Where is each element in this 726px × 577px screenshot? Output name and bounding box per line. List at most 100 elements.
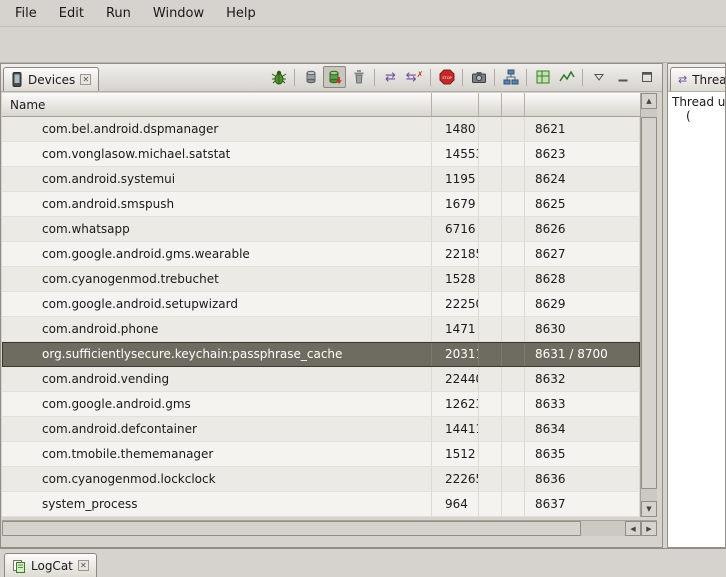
screen-capture-button[interactable] bbox=[467, 66, 490, 88]
view-hierarchy-button[interactable] bbox=[499, 66, 522, 88]
column-header-name[interactable]: Name bbox=[2, 93, 432, 116]
scroll-up-icon[interactable]: ▲ bbox=[641, 93, 657, 109]
process-empty-cell bbox=[502, 167, 525, 192]
menu-item[interactable]: File bbox=[4, 0, 48, 26]
menu-item[interactable]: Help bbox=[215, 0, 267, 26]
cause-gc-button[interactable] bbox=[347, 66, 370, 88]
table-row[interactable]: com.android.defcontainer 14411 8634 bbox=[2, 417, 640, 442]
process-port: 8633 bbox=[525, 392, 640, 417]
process-empty-cell bbox=[479, 292, 502, 317]
update-threads-icon: ⇄ bbox=[385, 71, 396, 84]
method-profiling-icon bbox=[559, 69, 575, 85]
process-name: com.bel.android.dspmanager bbox=[2, 117, 432, 142]
vertical-scroll-thumb[interactable] bbox=[641, 117, 657, 489]
update-heap-button[interactable] bbox=[299, 66, 322, 88]
table-row[interactable]: com.google.android.gms 12623 8633 bbox=[2, 392, 640, 417]
debug-process-button[interactable] bbox=[267, 66, 290, 88]
table-row[interactable]: com.vonglasow.michael.satstat 14553 8623 bbox=[2, 142, 640, 167]
process-name: com.cyanogenmod.trebuchet bbox=[2, 267, 432, 292]
stop-process-button[interactable]: STOP bbox=[435, 66, 458, 88]
toolbar-separator bbox=[494, 69, 495, 86]
table-row[interactable]: com.tmobile.thememanager 1512 8635 bbox=[2, 442, 640, 467]
process-empty-cell bbox=[502, 467, 525, 492]
dump-hprof-button[interactable] bbox=[323, 66, 346, 88]
process-empty-cell bbox=[479, 267, 502, 292]
threads-pane-header: ⇄ Threads bbox=[668, 64, 725, 92]
view-menu-button[interactable] bbox=[587, 66, 610, 88]
column-header-port[interactable] bbox=[525, 93, 640, 116]
process-name: com.vonglasow.michael.satstat bbox=[2, 142, 432, 167]
maximize-button[interactable] bbox=[635, 66, 658, 88]
process-port: 8637 bbox=[525, 492, 640, 517]
scroll-down-icon[interactable]: ▼ bbox=[641, 501, 657, 517]
process-empty-cell bbox=[479, 242, 502, 267]
menu-item[interactable]: Edit bbox=[48, 0, 95, 26]
method-profiling-button[interactable] bbox=[555, 66, 578, 88]
process-empty-cell bbox=[479, 117, 502, 142]
process-port: 8632 bbox=[525, 367, 640, 392]
menu-item[interactable]: Run bbox=[95, 0, 142, 26]
tab-devices-label: Devices bbox=[28, 73, 75, 87]
scroll-right-icon[interactable]: ▶ bbox=[641, 521, 657, 536]
menu-item[interactable]: Window bbox=[142, 0, 215, 26]
horizontal-scroll-track[interactable] bbox=[2, 521, 625, 536]
process-empty-cell bbox=[502, 217, 525, 242]
tab-threads[interactable]: ⇄ Threads bbox=[670, 67, 725, 91]
main-area: Devices ✕ bbox=[0, 63, 726, 548]
toolbar-separator bbox=[526, 69, 527, 86]
maximize-icon bbox=[640, 70, 654, 84]
ddms-window: File Edit Run Window Help Devices ✕ bbox=[0, 0, 726, 577]
column-header-pid[interactable] bbox=[432, 93, 479, 116]
tab-devices-close-icon[interactable]: ✕ bbox=[80, 74, 91, 85]
process-pid: 22250 bbox=[432, 292, 479, 317]
scroll-left-icon[interactable]: ◀ bbox=[625, 521, 641, 536]
table-row[interactable]: com.google.android.gms.wearable 22185 86… bbox=[2, 242, 640, 267]
process-port: 8624 bbox=[525, 167, 640, 192]
table-row[interactable]: org.sufficientlysecure.keychain:passphra… bbox=[2, 342, 640, 367]
minimize-button[interactable] bbox=[611, 66, 634, 88]
stop-threads-button[interactable]: ⇆✗ bbox=[403, 66, 426, 88]
process-pid: 1480 bbox=[432, 117, 479, 142]
table-row[interactable]: com.bel.android.dspmanager 1480 8621 bbox=[2, 117, 640, 142]
process-port: 8631 / 8700 bbox=[525, 342, 640, 367]
column-header-empty-2[interactable] bbox=[502, 93, 525, 116]
process-name: com.android.systemui bbox=[2, 167, 432, 192]
table-row[interactable]: com.android.smspush 1679 8625 bbox=[2, 192, 640, 217]
table-row[interactable]: com.cyanogenmod.lockclock 22265 8636 bbox=[2, 467, 640, 492]
tab-logcat[interactable]: LogCat ✕ bbox=[4, 553, 97, 577]
horizontal-scrollbar[interactable]: ◀ ▶ bbox=[2, 520, 657, 536]
devices-table-zone: Name com.bel.android.dspmanager 1480 862… bbox=[1, 92, 662, 547]
tab-devices[interactable]: Devices ✕ bbox=[3, 67, 99, 91]
capture-grid-button[interactable] bbox=[531, 66, 554, 88]
process-empty-cell bbox=[479, 217, 502, 242]
vertical-scrollbar[interactable]: ▲ ▼ bbox=[640, 93, 657, 517]
horizontal-scroll-thumb[interactable] bbox=[2, 521, 581, 536]
process-port: 8634 bbox=[525, 417, 640, 442]
process-name: com.android.phone bbox=[2, 317, 432, 342]
process-empty-cell bbox=[479, 367, 502, 392]
table-row[interactable]: com.android.phone 1471 8630 bbox=[2, 317, 640, 342]
vertical-scroll-track[interactable] bbox=[641, 109, 657, 501]
cause-gc-icon bbox=[351, 69, 367, 85]
process-empty-cell bbox=[479, 167, 502, 192]
table-row[interactable]: com.android.vending 22440 8632 bbox=[2, 367, 640, 392]
menu-bar: File Edit Run Window Help bbox=[0, 0, 726, 27]
table-row[interactable]: com.google.android.setupwizard 22250 862… bbox=[2, 292, 640, 317]
process-empty-cell bbox=[502, 192, 525, 217]
update-threads-button[interactable]: ⇄ bbox=[379, 66, 402, 88]
process-empty-cell bbox=[502, 492, 525, 517]
process-pid: 14553 bbox=[432, 142, 479, 167]
process-empty-cell bbox=[502, 242, 525, 267]
column-header-empty-1[interactable] bbox=[479, 93, 502, 116]
tab-logcat-close-icon[interactable]: ✕ bbox=[78, 560, 89, 571]
process-name: com.android.defcontainer bbox=[2, 417, 432, 442]
process-name: org.sufficientlysecure.keychain:passphra… bbox=[2, 342, 432, 367]
process-empty-cell bbox=[479, 417, 502, 442]
table-row[interactable]: com.cyanogenmod.trebuchet 1528 8628 bbox=[2, 267, 640, 292]
view-menu-icon bbox=[592, 70, 606, 84]
threads-body: Thread up ( bbox=[668, 92, 725, 547]
svg-text:STOP: STOP bbox=[442, 76, 452, 80]
table-row[interactable]: com.android.systemui 1195 8624 bbox=[2, 167, 640, 192]
table-row[interactable]: system_process 964 8637 bbox=[2, 492, 640, 517]
table-row[interactable]: com.whatsapp 6716 8626 bbox=[2, 217, 640, 242]
